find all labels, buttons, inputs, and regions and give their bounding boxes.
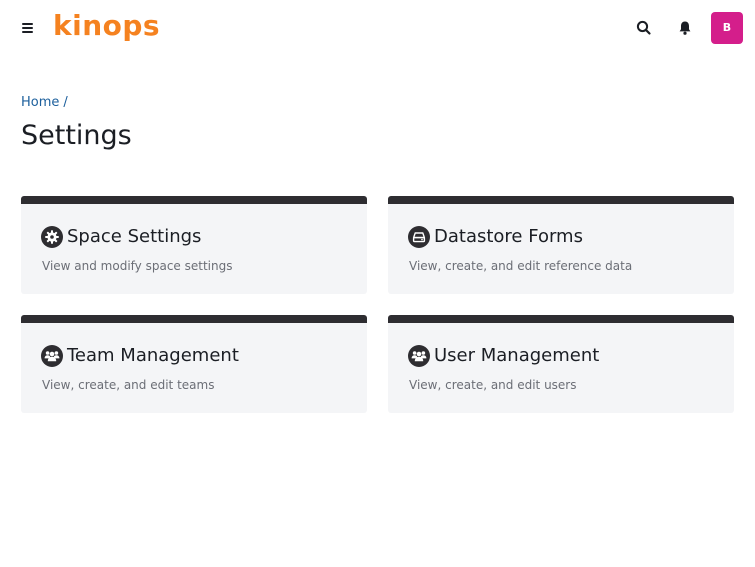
card-header: Team Management (41, 345, 239, 367)
card-description: View, create, and edit users (409, 378, 577, 392)
card-header: Datastore Forms (408, 226, 583, 248)
user-avatar[interactable]: B (711, 12, 743, 44)
hard-drive-icon (408, 226, 430, 248)
hamburger-menu-icon[interactable] (18, 18, 38, 38)
breadcrumb: Home / (21, 95, 68, 111)
card-title: Team Management (67, 345, 239, 366)
card-title: Space Settings (67, 226, 202, 247)
card-description: View, create, and edit reference data (409, 259, 633, 273)
card-title: Datastore Forms (434, 226, 583, 247)
page-title: Settings (21, 120, 132, 151)
bell-icon[interactable] (674, 17, 696, 39)
top-navbar: kinops B (0, 0, 755, 56)
team-management-card[interactable]: Team Management View, create, and edit t… (21, 315, 367, 413)
kinops-logo[interactable]: kinops (53, 8, 160, 44)
gear-icon (41, 226, 63, 248)
search-icon[interactable] (633, 17, 655, 39)
space-settings-card[interactable]: Space Settings View and modify space set… (21, 196, 367, 294)
breadcrumb-home-link[interactable]: Home (21, 95, 59, 110)
card-header: User Management (408, 345, 599, 367)
users-icon (41, 345, 63, 367)
breadcrumb-separator: / (63, 95, 68, 110)
card-title: User Management (434, 345, 600, 366)
card-description: View, create, and edit teams (42, 378, 215, 392)
card-description: View and modify space settings (42, 259, 233, 273)
users-icon (408, 345, 430, 367)
card-header: Space Settings (41, 226, 201, 248)
user-management-card[interactable]: User Management View, create, and edit u… (388, 315, 734, 413)
datastore-forms-card[interactable]: Datastore Forms View, create, and edit r… (388, 196, 734, 294)
